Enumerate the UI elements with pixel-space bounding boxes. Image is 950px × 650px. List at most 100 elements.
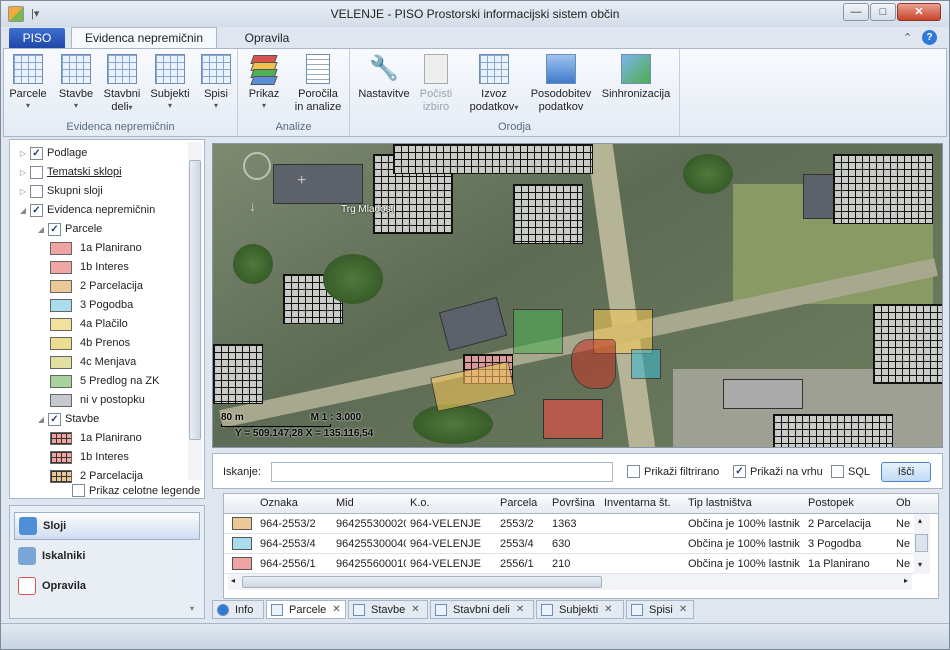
column-header[interactable]: Ob: [896, 497, 911, 509]
close-button[interactable]: ✕: [897, 3, 941, 21]
layer-item[interactable]: ▷ Skupni sloji: [18, 182, 103, 200]
sinhronizacija-button[interactable]: Sinhronizacija: [596, 54, 676, 101]
pocisti-izbiro-button[interactable]: Počisti izbiro: [416, 54, 456, 114]
parcel-green[interactable]: [513, 309, 563, 354]
scroll-left-icon[interactable]: ◂: [231, 576, 235, 585]
layer-item[interactable]: ▷ ✓ Podlage: [18, 144, 87, 162]
column-header[interactable]: Inventarna št.: [604, 497, 671, 509]
stavbni-deli-button[interactable]: Stavbni deli▾: [100, 54, 144, 114]
nav-sloji[interactable]: Sloji: [14, 512, 200, 540]
scrollbar-thumb[interactable]: [189, 160, 201, 440]
checkbox[interactable]: [627, 465, 640, 478]
close-tab-icon[interactable]: ✕: [516, 604, 524, 615]
zoom-in-icon[interactable]: +: [297, 172, 306, 190]
column-header[interactable]: Postopek: [808, 497, 854, 509]
layer-item[interactable]: 4b Prenos: [50, 334, 130, 352]
option-prikazi-na-vrhu[interactable]: ✓ Prikaži na vrhu: [731, 465, 823, 478]
layer-item[interactable]: 2 Parcelacija: [50, 467, 143, 485]
layer-item[interactable]: 2 Parcelacija: [50, 277, 143, 295]
layer-item[interactable]: ◢ ✓ Stavbe: [36, 410, 99, 428]
nav-opravila[interactable]: Opravila: [14, 572, 200, 600]
search-button[interactable]: Išči: [881, 462, 931, 482]
scrollbar-thumb[interactable]: [915, 534, 928, 552]
checkbox[interactable]: [831, 465, 844, 478]
tab-parcele[interactable]: Parcele ✕: [266, 600, 346, 619]
help-icon[interactable]: ?: [922, 30, 937, 45]
column-header[interactable]: K.o.: [410, 497, 430, 509]
expand-icon[interactable]: ▷: [18, 168, 28, 177]
tab-stavbni-deli[interactable]: Stavbni deli ✕: [430, 600, 534, 619]
table-row[interactable]: 964-2556/1 964255600010 964-VELENJE 2556/1 2…: [224, 554, 914, 574]
layer-checkbox[interactable]: ✓: [30, 203, 43, 217]
parcele-button[interactable]: Parcele ▾: [8, 54, 48, 110]
scroll-down-icon[interactable]: ▾: [918, 560, 922, 569]
tab-info[interactable]: Info: [212, 600, 264, 619]
scroll-up-icon[interactable]: ▴: [918, 516, 922, 525]
expand-icon[interactable]: ◢: [18, 206, 28, 215]
prikaz-button[interactable]: Prikaz ▾: [244, 54, 284, 110]
column-header[interactable]: Tip lastništva: [688, 497, 752, 509]
close-tab-icon[interactable]: ✕: [332, 604, 340, 615]
layer-checkbox[interactable]: [30, 165, 43, 179]
layer-item[interactable]: 5 Predlog na ZK: [50, 372, 160, 390]
layer-checkbox[interactable]: ✓: [48, 412, 61, 426]
map-view[interactable]: + ↓ Trg Mladosti 80 m M 1 : 3.000 Y = 50…: [212, 143, 943, 448]
expand-icon[interactable]: ◢: [36, 415, 46, 424]
pan-control-icon[interactable]: [243, 152, 271, 180]
layer-checkbox[interactable]: ✓: [48, 222, 61, 236]
expand-icon[interactable]: ▷: [18, 187, 28, 196]
layer-item[interactable]: 1a Planirano: [50, 239, 142, 257]
expand-icon[interactable]: ▷: [18, 149, 28, 158]
table-row[interactable]: 964-2553/4 964255300040 964-VELENJE 2553/4 6…: [224, 534, 914, 554]
parcel-2556-1[interactable]: [571, 339, 616, 389]
tab-subjekti[interactable]: Subjekti ✕: [536, 600, 624, 619]
chevron-down-icon[interactable]: ▾: [190, 604, 194, 613]
close-tab-icon[interactable]: ✕: [604, 604, 612, 615]
table-horizontal-scrollbar[interactable]: ◂ ▸: [228, 574, 912, 590]
layer-item[interactable]: ◢ ✓ Parcele: [36, 220, 102, 238]
layer-item[interactable]: 3 Pogodba: [50, 296, 133, 314]
table-vertical-scrollbar[interactable]: ▴ ▾: [914, 514, 930, 574]
tab-stavbe[interactable]: Stavbe ✕: [348, 600, 428, 619]
tab-spisi[interactable]: Spisi ✕: [626, 600, 694, 619]
close-tab-icon[interactable]: ✕: [679, 604, 687, 615]
layer-item[interactable]: 1a Planirano: [50, 429, 142, 447]
tab-evidenca-nepremicnin[interactable]: Evidenca nepremičnin: [71, 27, 217, 49]
tab-piso[interactable]: PISO: [9, 28, 65, 48]
collapse-ribbon-icon[interactable]: ⌃: [903, 31, 912, 44]
nav-iskalniki[interactable]: Iskalniki: [14, 542, 200, 570]
scrollbar-thumb[interactable]: [242, 576, 602, 588]
option-sql[interactable]: SQL: [829, 465, 870, 478]
stavbe-button[interactable]: Stavbe ▾: [56, 54, 96, 110]
column-header[interactable]: Mid: [336, 497, 354, 509]
expand-icon[interactable]: ◢: [36, 225, 46, 234]
table-row[interactable]: 964-2553/2 964255300020 964-VELENJE 2553/2 1…: [224, 514, 914, 534]
maximize-button[interactable]: □: [870, 3, 896, 21]
layer-checkbox[interactable]: [30, 184, 43, 198]
column-header[interactable]: Oznaka: [260, 497, 298, 509]
posodobitev-button[interactable]: Posodobitev podatkov: [528, 54, 594, 114]
option-prikazi-filtrirano[interactable]: Prikaži filtrirano: [625, 465, 719, 478]
layer-item[interactable]: 4c Menjava: [50, 353, 136, 371]
close-tab-icon[interactable]: ✕: [411, 604, 419, 615]
izvoz-podatkov-button[interactable]: Izvoz podatkov▾: [464, 54, 524, 114]
checkbox[interactable]: ✓: [733, 465, 746, 478]
parcel-2553-4[interactable]: [631, 349, 661, 379]
legend-checkbox[interactable]: [72, 484, 85, 497]
layer-item[interactable]: ▷ Tematski sklopi: [18, 163, 122, 181]
minimize-button[interactable]: —: [843, 3, 869, 21]
subjekti-button[interactable]: Subjekti ▾: [148, 54, 192, 110]
search-input[interactable]: [271, 462, 613, 482]
layer-item[interactable]: ◢ ✓ Evidenca nepremičnin: [18, 201, 155, 219]
layer-checkbox[interactable]: ✓: [30, 146, 43, 160]
down-arrow-icon[interactable]: ↓: [249, 198, 256, 214]
tab-opravila[interactable]: Opravila: [229, 27, 305, 49]
layer-item[interactable]: 1b Interes: [50, 448, 129, 466]
column-header[interactable]: Površina: [552, 497, 595, 509]
map-zoom-control[interactable]: + ↓: [223, 152, 309, 218]
layer-item[interactable]: 4a Plačilo: [50, 315, 128, 333]
column-header[interactable]: Parcela: [500, 497, 537, 509]
porocila-button[interactable]: Poročila in analize: [290, 54, 346, 114]
legend-toggle[interactable]: Prikaz celotne legende: [70, 484, 200, 497]
scroll-right-icon[interactable]: ▸: [904, 576, 908, 585]
